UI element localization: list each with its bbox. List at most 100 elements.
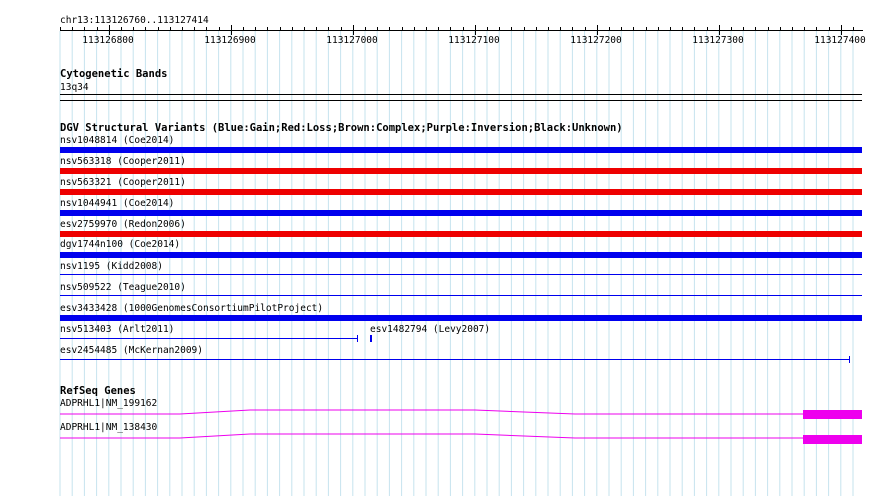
- track-title: RefSeq Genes: [60, 385, 136, 397]
- variant-label: nsv563318 (Cooper2011): [60, 156, 186, 167]
- ruler-minor-tick: [499, 27, 500, 31]
- variant-bar[interactable]: [60, 189, 862, 195]
- ruler-minor-tick: [60, 27, 61, 31]
- variant-bar[interactable]: [60, 210, 862, 216]
- ruler-tick-label: 113127000: [326, 35, 378, 46]
- ruler-minor-tick: [280, 27, 281, 31]
- variant-bar[interactable]: [370, 335, 372, 342]
- ruler-tick-label: 113126800: [82, 35, 134, 46]
- ruler-major-tick: [109, 25, 110, 35]
- ruler-minor-tick: [328, 27, 329, 31]
- ruler-minor-tick: [194, 27, 195, 31]
- gene-exon: [803, 410, 862, 419]
- variant-bar[interactable]: [60, 168, 862, 174]
- gene-model[interactable]: [0, 425, 890, 455]
- ruler-minor-tick: [402, 27, 403, 31]
- ruler-major-tick: [841, 25, 842, 35]
- ruler-minor-tick: [707, 27, 708, 31]
- ruler-minor-tick: [572, 27, 573, 31]
- ruler-minor-tick: [621, 27, 622, 31]
- variant-label: dgv1744n100 (Coe2014): [60, 239, 181, 250]
- gene-intron-line: [60, 433, 803, 439]
- ruler-minor-tick: [97, 27, 98, 31]
- variant-bar[interactable]: [60, 359, 850, 360]
- ruler-minor-tick: [206, 27, 207, 31]
- genome-browser-view: chr13:113126760..113127414 113126800 113…: [0, 0, 890, 496]
- ruler-major-tick: [231, 25, 232, 35]
- ruler-minor-tick: [365, 27, 366, 31]
- ruler-minor-tick: [524, 27, 525, 31]
- ruler-minor-tick: [633, 27, 634, 31]
- ruler-minor-tick: [560, 27, 561, 31]
- ruler-minor-tick: [670, 27, 671, 31]
- ruler-minor-tick: [133, 27, 134, 31]
- variant-bar[interactable]: [60, 147, 862, 153]
- variant-end-tick: [357, 335, 358, 342]
- ruler-minor-tick: [487, 27, 488, 31]
- variant-bar[interactable]: [60, 231, 862, 237]
- ruler-minor-tick: [743, 27, 744, 31]
- variant-bar[interactable]: [60, 338, 358, 339]
- ruler-minor-tick: [84, 27, 85, 31]
- ruler-minor-tick: [389, 27, 390, 31]
- ruler-minor-tick: [755, 27, 756, 31]
- ruler-minor-tick: [646, 27, 647, 31]
- ruler-minor-tick: [829, 27, 830, 31]
- variant-label: nsv1048814 (Coe2014): [60, 135, 175, 146]
- variant-label: esv3433428 (1000GenomesConsortiumPilotPr…: [60, 303, 324, 314]
- ruler-major-tick: [353, 25, 354, 35]
- ruler-minor-tick: [792, 27, 793, 31]
- ruler-minor-tick: [182, 27, 183, 31]
- variant-bar[interactable]: [60, 295, 862, 296]
- ruler-minor-tick: [804, 27, 805, 31]
- ruler-major-tick: [597, 25, 598, 35]
- ruler-minor-tick: [694, 27, 695, 31]
- ruler-minor-tick: [219, 27, 220, 31]
- ruler-minor-tick: [243, 27, 244, 31]
- variant-end-tick: [849, 356, 850, 363]
- variant-label: nsv1044941 (Coe2014): [60, 198, 175, 209]
- ruler-minor-tick: [768, 27, 769, 31]
- ruler-minor-tick: [463, 27, 464, 31]
- ruler-minor-tick: [121, 27, 122, 31]
- ruler-minor-tick: [426, 27, 427, 31]
- track-title: Cytogenetic Bands: [60, 68, 168, 80]
- variant-bar[interactable]: [60, 274, 862, 275]
- cytoband-label: 13q34: [60, 82, 89, 93]
- ruler-minor-tick: [341, 27, 342, 31]
- ruler-minor-tick: [450, 27, 451, 31]
- variant-label: esv2454485 (McKernan2009): [60, 345, 203, 356]
- ruler-minor-tick: [304, 27, 305, 31]
- gene-intron-line: [60, 409, 803, 415]
- track-title: DGV Structural Variants (Blue:Gain;Red:L…: [60, 122, 623, 134]
- ruler-minor-tick: [731, 27, 732, 31]
- ruler-minor-tick: [267, 27, 268, 31]
- ruler-tick-label: 113126900: [204, 35, 256, 46]
- ruler-minor-tick: [682, 27, 683, 31]
- ruler-minor-tick: [548, 27, 549, 31]
- ruler-minor-tick: [853, 27, 854, 31]
- cytoband-bar-bottom: [60, 100, 862, 101]
- ruler-major-tick: [475, 25, 476, 35]
- ruler-minor-tick: [316, 27, 317, 31]
- variant-label: nsv563321 (Cooper2011): [60, 177, 186, 188]
- variant-label: nsv1195 (Kidd2008): [60, 261, 163, 272]
- ruler-tick-label: 113127100: [448, 35, 500, 46]
- gene-exon: [803, 435, 862, 444]
- ruler-minor-tick: [780, 27, 781, 31]
- location-label: chr13:113126760..113127414: [60, 15, 209, 26]
- ruler-major-tick: [719, 25, 720, 35]
- variant-label: nsv513403 (Arlt2011): [60, 324, 175, 335]
- ruler-tick-label: 113127200: [570, 35, 622, 46]
- ruler-minor-tick: [511, 27, 512, 31]
- cytoband-bar-top: [60, 94, 862, 95]
- ruler-minor-tick: [170, 27, 171, 31]
- ruler-minor-tick: [438, 27, 439, 31]
- ruler-minor-tick: [585, 27, 586, 31]
- variant-bar[interactable]: [60, 252, 862, 258]
- ruler-tick-label: 113127400: [814, 35, 866, 46]
- variant-bar[interactable]: [60, 315, 862, 321]
- ruler-minor-tick: [72, 27, 73, 31]
- ruler-minor-tick: [145, 27, 146, 31]
- ruler-minor-tick: [414, 27, 415, 31]
